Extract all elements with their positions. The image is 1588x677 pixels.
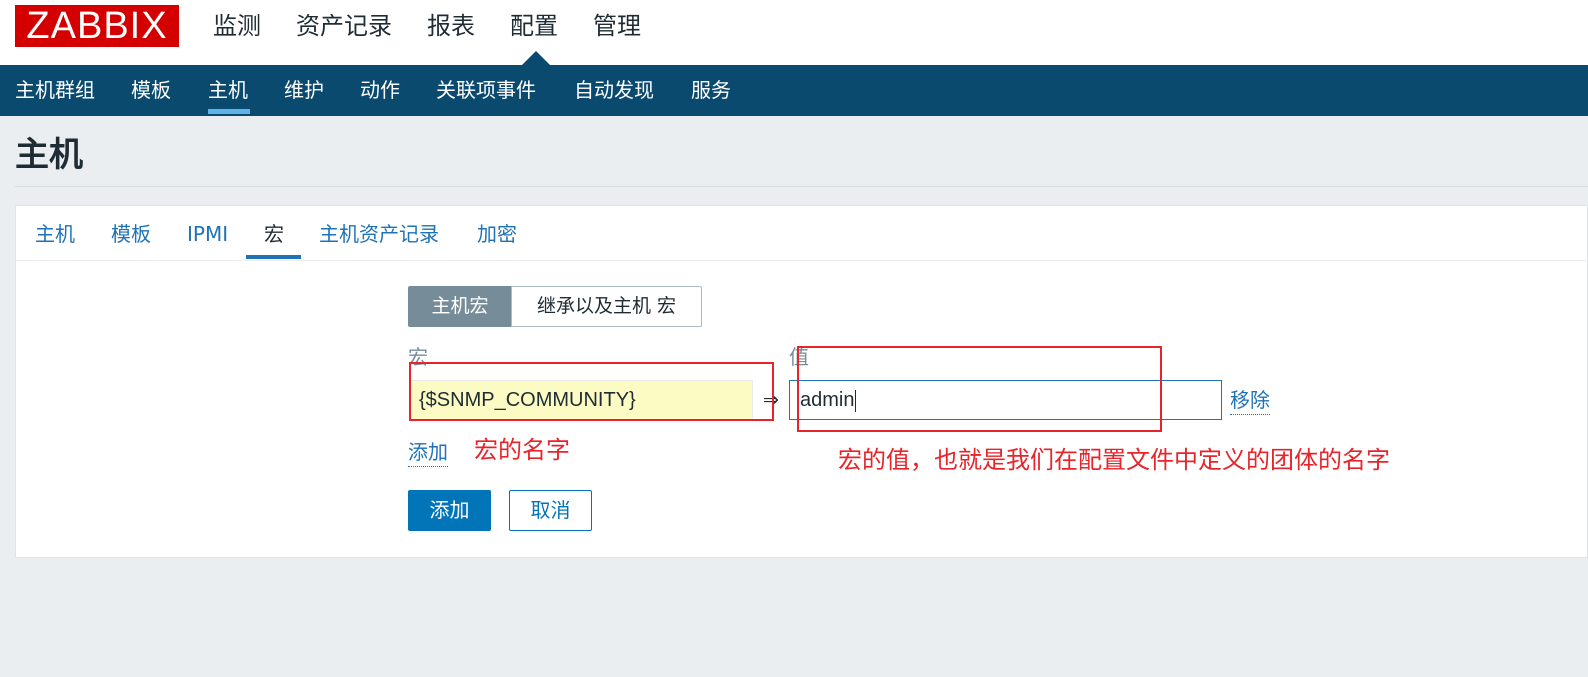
subnav-templates[interactable]: 模板 (131, 77, 171, 103)
form-tabs: 主机 模板 IPMI 宏 主机资产记录 加密 (16, 206, 1588, 261)
menu-monitoring[interactable]: 监测 (213, 10, 261, 42)
macro-name-annotation: 宏的名字 (474, 436, 570, 464)
macro-value-annotation-box (797, 346, 1162, 432)
sub-nav: 主机群组 模板 主机 维护 动作 关联项事件 自动发现 服务 (0, 65, 1588, 116)
remove-macro-link[interactable]: 移除 (1230, 386, 1270, 415)
subnav-event-correlation[interactable]: 关联项事件 (436, 77, 536, 103)
menu-administration[interactable]: 管理 (593, 10, 641, 42)
macro-value-annotation: 宏的值，也就是我们在配置文件中定义的团体的名字 (838, 446, 1390, 474)
menu-reports[interactable]: 报表 (427, 10, 475, 42)
subnav-maintenance[interactable]: 维护 (284, 77, 324, 103)
inherited-macros-switch[interactable]: 继承以及主机 宏 (511, 286, 702, 327)
add-button[interactable]: 添加 (408, 490, 491, 531)
title-divider (15, 186, 1588, 187)
subnav-hosts[interactable]: 主机 (208, 77, 248, 103)
tab-templates[interactable]: 模板 (111, 221, 151, 247)
tab-ipmi[interactable]: IPMI (187, 221, 228, 247)
subnav-discovery[interactable]: 自动发现 (574, 77, 654, 103)
add-macro-link[interactable]: 添加 (408, 438, 448, 467)
tab-host-inventory[interactable]: 主机资产记录 (319, 221, 439, 247)
top-header: ZABBIX 监测 资产记录 报表 配置 管理 (0, 0, 1588, 65)
host-macros-switch[interactable]: 主机宏 (408, 286, 512, 327)
subnav-active-underline (208, 109, 250, 114)
menu-configuration[interactable]: 配置 (510, 10, 558, 42)
subnav-services[interactable]: 服务 (691, 77, 731, 103)
page-title: 主机 (15, 135, 83, 175)
menu-inventory[interactable]: 资产记录 (296, 10, 392, 42)
tab-macros[interactable]: 宏 (264, 221, 284, 247)
active-menu-indicator (522, 51, 550, 65)
subnav-actions[interactable]: 动作 (360, 77, 400, 103)
zabbix-logo[interactable]: ZABBIX (15, 5, 179, 47)
tab-active-underline (246, 255, 301, 259)
tab-encryption[interactable]: 加密 (477, 221, 517, 247)
subnav-host-groups[interactable]: 主机群组 (15, 77, 95, 103)
cancel-button[interactable]: 取消 (509, 490, 592, 531)
tab-host[interactable]: 主机 (35, 221, 75, 247)
macro-name-annotation-box (409, 362, 774, 421)
